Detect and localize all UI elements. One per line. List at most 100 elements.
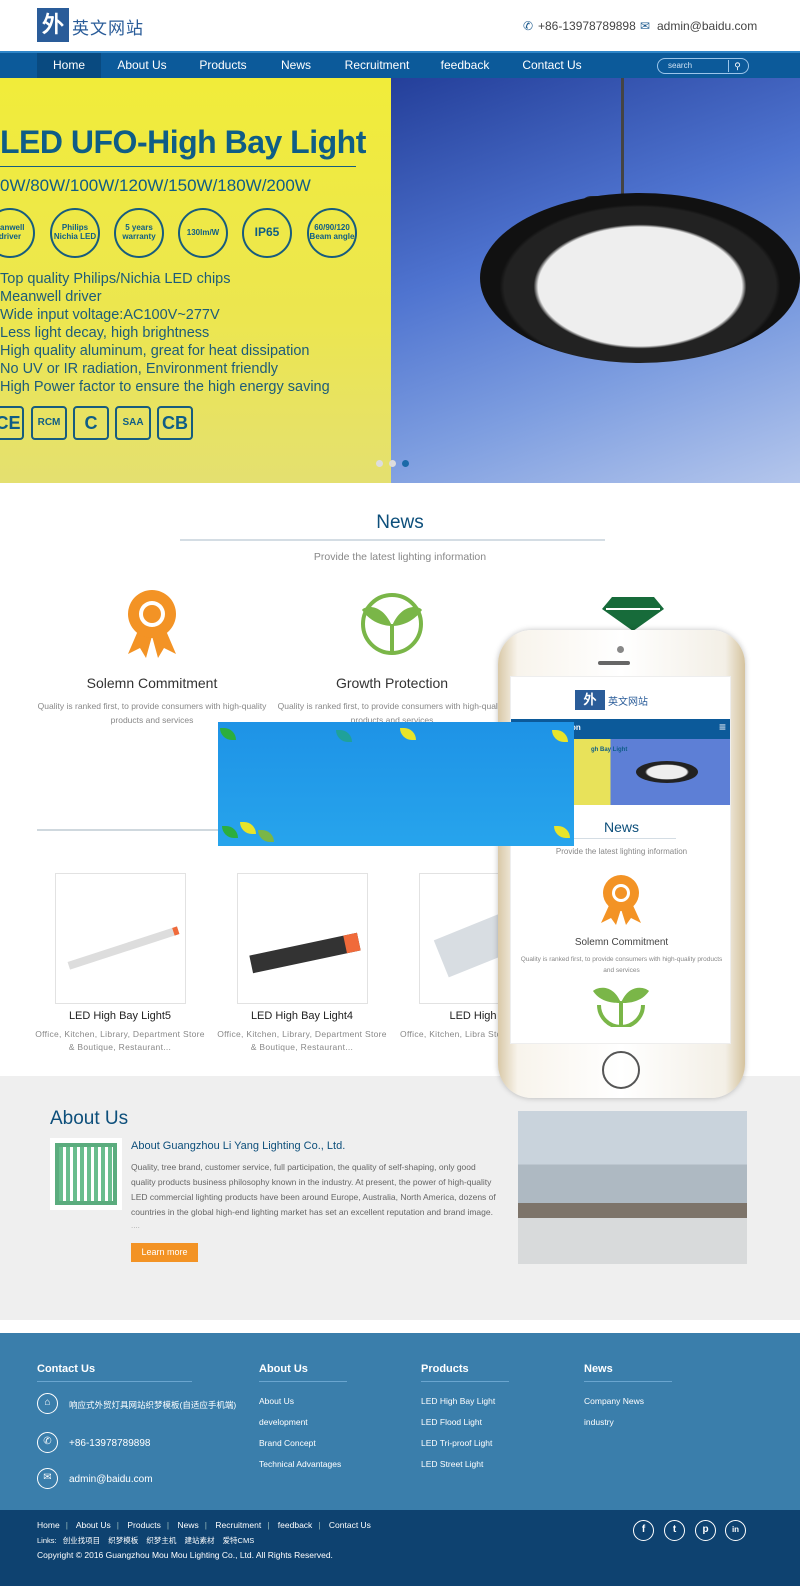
search-icon[interactable]: ⚲ (728, 60, 746, 72)
separator: | (166, 1520, 170, 1530)
about-ellipsis: .... (131, 1221, 140, 1230)
ufo-lamp-image (480, 193, 800, 363)
badge-led: Philips Nichia LED (50, 208, 100, 258)
badge-beam-angle: 60/90/120 Beam angle (307, 208, 357, 258)
phone-icon: ✆ (37, 1432, 58, 1453)
footer-link[interactable]: LED Flood Light (421, 1417, 482, 1427)
phone-mockup: 外 英文网站 on ≡ gh Bay Light News Provide th… (498, 630, 745, 1098)
banner-feature: High Power factor to ensure the high ene… (0, 379, 330, 395)
nav-feedback[interactable]: feedback (432, 53, 498, 78)
facebook-icon[interactable]: f (633, 1520, 654, 1541)
banner-wattage: 0W/80W/100W/120W/150W/180W/200W (0, 176, 311, 195)
footer-nav-link[interactable]: feedback (278, 1520, 313, 1530)
footer-link[interactable]: industry (584, 1417, 614, 1427)
product-title[interactable]: LED High Bay Light4 (222, 1010, 382, 1022)
learn-more-button[interactable]: Learn more (131, 1243, 198, 1262)
friend-link[interactable]: 织梦主机 (146, 1536, 176, 1545)
popup-ad[interactable] (218, 722, 574, 846)
footer-link[interactable]: LED Tri-proof Light (421, 1438, 492, 1448)
footer-link[interactable]: Company News (584, 1396, 644, 1406)
leaf-decoration (552, 730, 568, 742)
footer-nav-link[interactable]: News (178, 1520, 199, 1530)
footer-link[interactable]: Technical Advantages (259, 1459, 341, 1469)
copyright: Copyright © 2016 Guangzhou Mou Mou Light… (37, 1550, 333, 1560)
nav-products[interactable]: Products (190, 53, 256, 78)
separator: | (267, 1520, 270, 1530)
footer-phone: +86-13978789898 (69, 1438, 151, 1449)
leaf-decoration (240, 822, 256, 834)
twitter-icon[interactable]: t (664, 1520, 685, 1541)
badge-efficacy: 130lm/W (178, 208, 228, 258)
nav-recruitment[interactable]: Recruitment (338, 53, 416, 78)
footer-link[interactable]: LED Street Light (421, 1459, 483, 1469)
office-photo (518, 1111, 747, 1264)
footer-contact-title: Contact Us (37, 1363, 96, 1375)
leaf-decoration (258, 830, 274, 842)
banner-feature: Wide input voltage:AC100V~277V (0, 307, 220, 323)
header-email[interactable]: admin@baidu.com (657, 19, 757, 33)
phone-logo: 外 (575, 690, 605, 710)
product-image[interactable] (55, 873, 186, 1004)
phone-icon: ✆ (523, 19, 534, 33)
hero-banner[interactable]: LED UFO-High Bay Light 0W/80W/100W/120W/… (0, 78, 800, 483)
footer-divider (37, 1381, 192, 1382)
footer-nav-link[interactable]: Contact Us (329, 1520, 371, 1530)
about-company[interactable]: About Guangzhou Li Yang Lighting Co., Lt… (131, 1140, 345, 1152)
leaf-decoration (554, 826, 570, 838)
slide-dot-2[interactable] (389, 460, 396, 467)
logo[interactable]: 外 (37, 8, 69, 42)
footer-products-title: Products (421, 1363, 469, 1375)
logo-text[interactable]: 英文网站 (72, 14, 144, 39)
friend-link[interactable]: 织梦模板 (108, 1536, 138, 1545)
phone-home-button (602, 1051, 640, 1089)
footer-link[interactable]: About Us (259, 1396, 294, 1406)
footer-nav-link[interactable]: Recruitment (215, 1520, 261, 1530)
main-nav: Home About Us Products News Recruitment … (0, 51, 800, 78)
product-title[interactable]: LED High Bay Light5 (40, 1010, 200, 1022)
nav-home[interactable]: Home (37, 53, 101, 78)
banner-feature: No UV or IR radiation, Environment frien… (0, 361, 279, 377)
cert-ce: CE (0, 406, 24, 440)
leaf-decoration (400, 728, 416, 740)
footer-link[interactable]: development (259, 1417, 308, 1427)
product-image[interactable] (237, 873, 368, 1004)
slide-dot-1[interactable] (376, 460, 383, 467)
separator: | (116, 1520, 119, 1530)
friend-link[interactable]: 创业找项目 (63, 1536, 101, 1545)
leaf-decoration (222, 826, 238, 838)
footer-nav-link[interactable]: Products (127, 1520, 161, 1530)
banner-feature: Less light decay, high brightness (0, 325, 210, 341)
separator: | (65, 1520, 68, 1530)
banner-text-panel: LED UFO-High Bay Light 0W/80W/100W/120W/… (0, 78, 391, 483)
linear-light-shape (67, 926, 180, 970)
footer-link[interactable]: Brand Concept (259, 1438, 316, 1448)
phone-lamp-image (636, 761, 698, 783)
footer-email[interactable]: admin@baidu.com (69, 1474, 153, 1485)
mail-icon: ✉ (37, 1468, 58, 1489)
footer-divider (421, 1381, 509, 1382)
separator: | (204, 1520, 207, 1530)
sprout-icon (361, 593, 423, 655)
banner-divider (0, 166, 356, 167)
linkedin-icon[interactable]: in (725, 1520, 746, 1541)
product-desc: Office, Kitchen, Library, Department Sto… (217, 1029, 387, 1052)
friend-link[interactable]: 建站素材 (184, 1536, 214, 1545)
phone-news-divider (566, 838, 676, 839)
badge-driver: eanwell driver (0, 208, 35, 258)
phone-speaker (598, 661, 630, 665)
friend-link[interactable]: 爱特CMS (223, 1536, 255, 1545)
nav-news[interactable]: News (272, 53, 320, 78)
pinterest-icon[interactable]: p (695, 1520, 716, 1541)
diamond-icon (602, 597, 664, 631)
footer-link[interactable]: LED High Bay Light (421, 1396, 495, 1406)
phone-feature-title: Solemn Commitment (574, 937, 669, 948)
search-input[interactable]: search ⚲ (657, 58, 749, 74)
phone-camera (617, 646, 624, 653)
phone-ribbon-icon (601, 875, 641, 925)
nav-contact-us[interactable]: Contact Us (514, 53, 590, 78)
nav-about-us[interactable]: About Us (110, 53, 174, 78)
footer-nav-link[interactable]: About Us (76, 1520, 111, 1530)
hamburger-menu-icon[interactable]: ≡ (719, 720, 726, 734)
footer-nav-link[interactable]: Home (37, 1520, 60, 1530)
slide-dot-3-active[interactable] (402, 460, 409, 467)
